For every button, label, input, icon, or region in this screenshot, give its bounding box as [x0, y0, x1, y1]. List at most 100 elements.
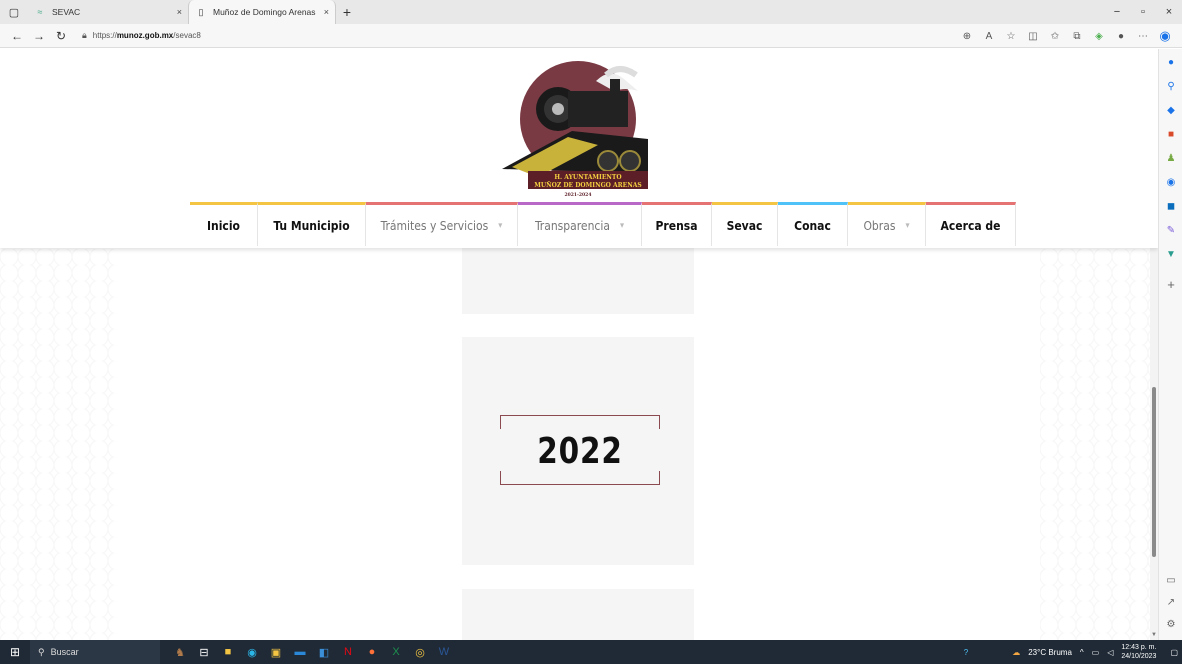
netflix-icon[interactable]: N [336, 640, 360, 664]
external-link-icon[interactable]: ↗ [1159, 597, 1182, 608]
collections-icon[interactable]: ⧉ [1066, 31, 1088, 42]
search-icon: ⚲ [38, 646, 45, 657]
zoom-icon[interactable]: ⊕ [956, 31, 978, 42]
minimize-button[interactable]: − [1104, 0, 1130, 24]
nav-item-acerca-de[interactable]: Acerca de [926, 202, 1016, 246]
tab-title: SEVAC [52, 7, 81, 17]
nav-label: Sevac [726, 218, 763, 233]
designer-icon[interactable]: ✎ [1159, 225, 1182, 236]
chevron-down-icon: ▾ [619, 220, 625, 231]
tab-close-icon[interactable]: × [177, 7, 182, 17]
nav-item-transparencia[interactable]: Transparencia ▾ [518, 202, 642, 246]
weather-icon: ☁ [1012, 647, 1021, 657]
nav-label: Transparencia [534, 218, 610, 233]
tab-favicon-icon: ≈ [37, 7, 43, 17]
profile-icon[interactable]: ● [1110, 31, 1132, 42]
vscode-icon[interactable]: ◧ [312, 640, 336, 664]
taskbar-apps: ♞ ⊟ ■ ◉ ▣ ▬ ◧ N ● X ◎ W [168, 640, 456, 664]
word-icon[interactable]: W [432, 640, 456, 664]
nav-item-conac[interactable]: Conac [778, 202, 848, 246]
more-icon[interactable]: ⋯ [1132, 31, 1154, 42]
chevron-down-icon: ▾ [498, 220, 503, 231]
read-aloud-icon[interactable]: A [978, 31, 1000, 42]
scroll-down-icon[interactable]: ▼ [1150, 632, 1158, 638]
games-icon[interactable]: ♟ [1159, 153, 1182, 164]
favorite-star-icon[interactable]: ☆ [1000, 31, 1022, 42]
nav-item-tramites[interactable]: Trámites y Servicios ▾ [366, 202, 518, 246]
background-pattern [1040, 249, 1158, 640]
tab-actions-icon[interactable]: ▢ [0, 0, 28, 24]
taskbar-clock[interactable]: 12:43 p. m. 24/10/2023 [1117, 643, 1160, 661]
chevron-up-icon[interactable]: ^ [1080, 648, 1084, 657]
sidebar-layout-icon[interactable]: ▭ [1159, 575, 1182, 586]
logo-line-3: 2021-2024 [565, 192, 592, 198]
back-button[interactable]: ← [6, 25, 28, 47]
municipality-logo[interactable]: H. AYUNTAMIENTO MUÑOZ DE DOMINGO ARENAS … [498, 57, 658, 199]
url-path: /sevac8 [173, 31, 201, 40]
bell-icon[interactable]: ● [1159, 57, 1182, 68]
year-card[interactable] [462, 589, 694, 640]
nav-label: Acerca de [940, 218, 1001, 233]
extension-icon[interactable]: ◈ [1088, 31, 1110, 42]
volume-icon[interactable]: ◁ [1107, 648, 1113, 657]
tools-icon[interactable]: ■ [1159, 129, 1182, 140]
tab-close-icon[interactable]: × [324, 7, 329, 17]
logo-line-1: H. AYUNTAMIENTO [554, 174, 621, 181]
notifications-icon[interactable]: ▢ [1170, 648, 1178, 657]
split-screen-icon[interactable]: ◫ [1022, 31, 1044, 42]
network-icon[interactable]: ▭ [1092, 648, 1100, 657]
file-explorer-icon[interactable]: ■ [216, 640, 240, 664]
store-icon[interactable]: ▣ [264, 640, 288, 664]
search-icon[interactable]: ⚲ [1159, 81, 1182, 92]
excel-icon[interactable]: X [384, 640, 408, 664]
tab-title: Muñoz de Domingo Arenas [213, 7, 316, 17]
weather-text[interactable]: 23°C Bruma [1028, 648, 1072, 657]
nav-label: Tu Municipio [273, 218, 350, 233]
new-tab-button[interactable]: + [336, 0, 358, 24]
favorites-icon[interactable]: ✩ [1044, 31, 1066, 42]
nav-item-obras[interactable]: Obras ▾ [848, 202, 926, 246]
mail-icon[interactable]: ▬ [288, 640, 312, 664]
scrollbar-thumb[interactable] [1152, 387, 1156, 557]
tab-page-icon: ▯ [198, 6, 204, 17]
year-frame: 2022 [500, 415, 660, 485]
edge-icon[interactable]: ◉ [240, 640, 264, 664]
taskbar-search[interactable]: ⚲ Buscar [30, 640, 160, 664]
main-nav: Inicio Tu Municipio Trámites y Servicios… [190, 202, 1030, 246]
nav-label: Conac [794, 218, 831, 233]
year-card[interactable]: 2022 [462, 337, 694, 565]
year-card[interactable] [462, 248, 694, 314]
help-icon[interactable]: ? [964, 648, 968, 657]
outlook-icon[interactable]: ◼ [1159, 201, 1182, 212]
background-pattern [0, 249, 118, 640]
add-sidebar-icon[interactable]: + [1159, 277, 1182, 292]
frame-top [500, 415, 660, 429]
horse-widget-icon[interactable]: ♞ [168, 640, 192, 664]
url-field[interactable]: 🔒︎ https://munoz.gob.mx/sevac8 [82, 26, 842, 46]
tab-munoz[interactable]: ▯ Muñoz de Domingo Arenas × [188, 0, 336, 24]
copilot-icon[interactable]: ◉ [1154, 28, 1176, 44]
settings-gear-icon[interactable]: ⚙ [1159, 619, 1182, 630]
office-icon[interactable]: ◉ [1159, 177, 1182, 188]
nav-label: Inicio [207, 218, 240, 233]
nav-item-sevac[interactable]: Sevac [712, 202, 778, 246]
year-label: 2022 [537, 431, 623, 472]
tab-sevac[interactable]: ≈ SEVAC × [28, 0, 188, 24]
nav-item-tu-municipio[interactable]: Tu Municipio [258, 202, 366, 246]
edge-sidebar: ● ⚲ ◆ ■ ♟ ◉ ◼ ✎ ▼ + ▭ ↗ ⚙ [1158, 49, 1182, 640]
close-window-button[interactable]: × [1156, 0, 1182, 24]
nav-item-prensa[interactable]: Prensa [642, 202, 712, 246]
forward-button[interactable]: → [28, 25, 50, 47]
shopping-tag-icon[interactable]: ◆ [1159, 105, 1182, 116]
drop-icon[interactable]: ▼ [1159, 249, 1182, 260]
nav-label: Prensa [655, 218, 698, 233]
system-tray: ? ☁ 23°C Bruma ^ ▭ ◁ 12:43 p. m. 24/10/2… [960, 640, 1182, 664]
firefox-icon[interactable]: ● [360, 640, 384, 664]
task-view-icon[interactable]: ⊟ [192, 640, 216, 664]
nav-label: Obras [863, 218, 896, 233]
refresh-button[interactable]: ↻ [50, 25, 72, 47]
maximize-button[interactable]: ▫ [1130, 0, 1156, 24]
windows-start-icon[interactable]: ⊞ [0, 640, 30, 664]
chrome-icon[interactable]: ◎ [408, 640, 432, 664]
nav-item-inicio[interactable]: Inicio [190, 202, 258, 246]
